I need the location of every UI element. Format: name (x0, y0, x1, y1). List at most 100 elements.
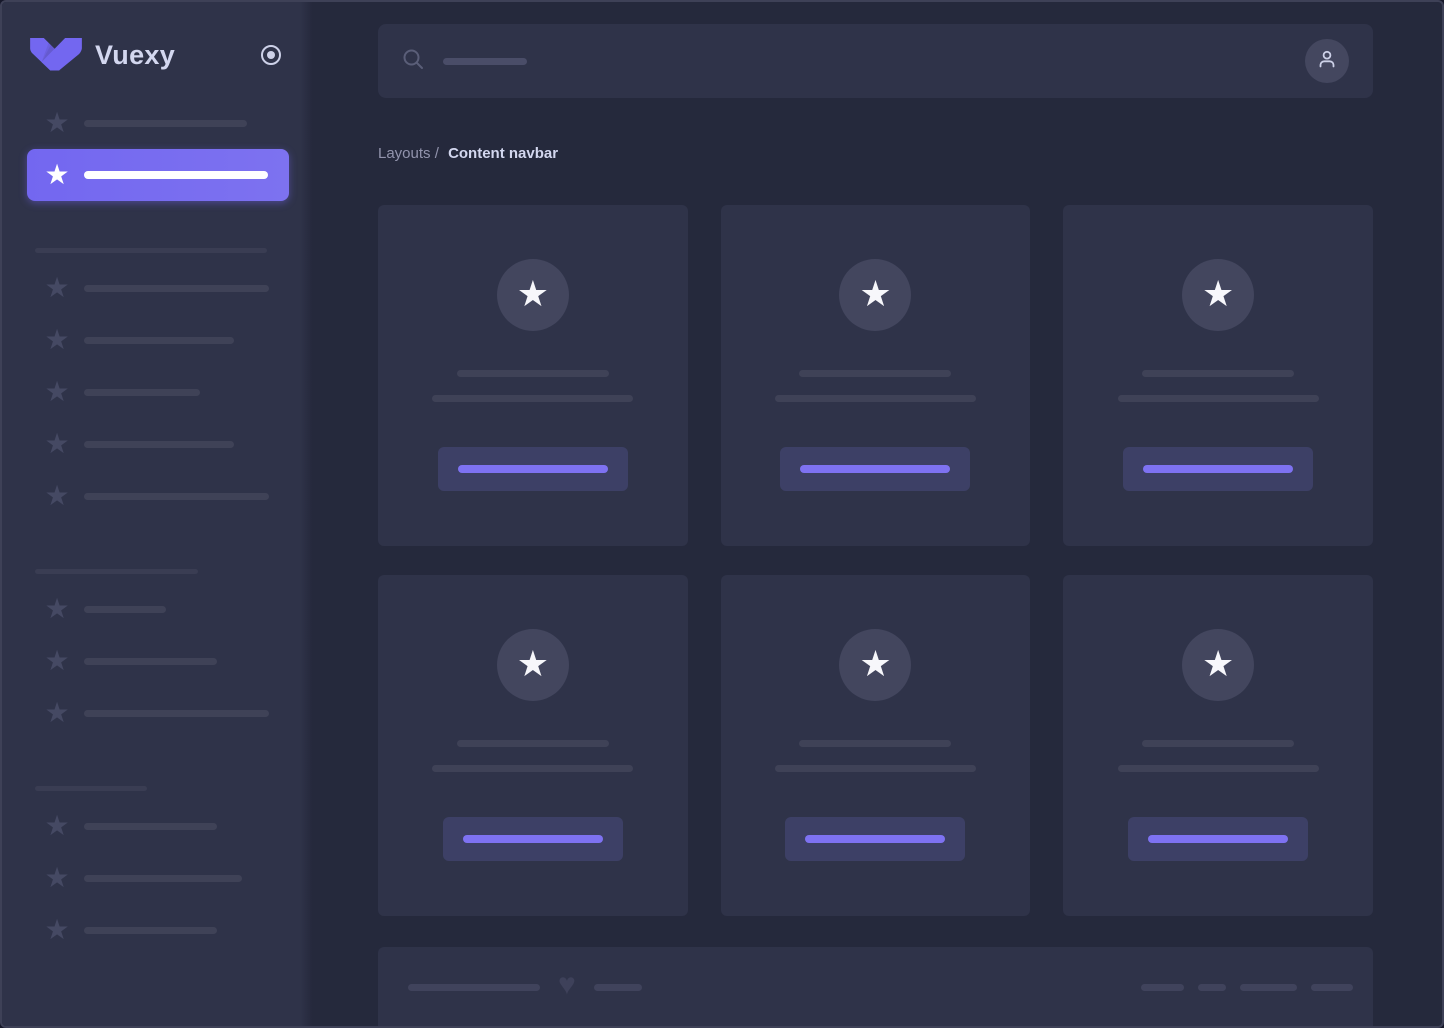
placeholder-bar (84, 441, 234, 448)
app-title: Vuexy (95, 40, 175, 71)
button-placeholder-bar (1148, 835, 1288, 843)
footer-right (1141, 984, 1353, 991)
star-avatar: ★ (839, 259, 911, 331)
card-button[interactable] (1128, 817, 1308, 861)
placeholder-line (432, 395, 633, 402)
star-icon: ★ (517, 276, 549, 312)
breadcrumb-parent[interactable]: Layouts (378, 145, 431, 162)
search-icon (402, 48, 424, 75)
sidebar-item[interactable]: ★ (27, 635, 289, 687)
placeholder-line (799, 740, 951, 747)
footer-link-bar[interactable] (1240, 984, 1297, 991)
placeholder-line (775, 395, 976, 402)
footer: ♥ (378, 947, 1373, 1028)
search-placeholder-bar (443, 58, 527, 65)
sidebar-section-header (2, 559, 312, 583)
sidebar-item[interactable]: ★ (27, 262, 289, 314)
placeholder-bar (84, 606, 166, 613)
sidebar-item[interactable]: ★ (27, 418, 289, 470)
placeholder-bar (84, 875, 242, 882)
sidebar-header: Vuexy (30, 38, 283, 72)
vuexy-logo-icon (30, 38, 82, 72)
record-circle-icon[interactable] (259, 43, 283, 67)
footer-link-bar[interactable] (1198, 984, 1226, 991)
star-icon: ★ (42, 378, 72, 406)
star-icon: ★ (42, 647, 72, 675)
star-icon: ★ (42, 864, 72, 892)
user-avatar[interactable] (1305, 39, 1349, 83)
button-placeholder-bar (1143, 465, 1293, 473)
footer-link-bar[interactable] (1141, 984, 1184, 991)
sidebar-item[interactable]: ★ (27, 904, 289, 956)
app-window: Vuexy ★ ★ ★ ★ ★ ★ ★ ★ ★ ★ ★ ★ ★ (0, 0, 1444, 1028)
search-input[interactable] (402, 48, 1305, 75)
star-icon: ★ (42, 699, 72, 727)
sidebar-item[interactable]: ★ (27, 583, 289, 635)
card-button[interactable] (438, 447, 628, 491)
placeholder-card: ★ (1063, 575, 1373, 916)
placeholder-card: ★ (721, 575, 1031, 916)
button-placeholder-bar (805, 835, 945, 843)
sidebar-section-header (2, 238, 312, 262)
placeholder-card: ★ (721, 205, 1031, 546)
placeholder-line (457, 740, 609, 747)
placeholder-bar (408, 984, 540, 991)
star-icon: ★ (42, 595, 72, 623)
placeholder-bar (84, 285, 269, 292)
placeholder-bar (84, 658, 217, 665)
star-icon: ★ (42, 161, 72, 189)
star-icon: ★ (1202, 646, 1234, 682)
footer-left: ♥ (408, 972, 642, 1002)
button-placeholder-bar (463, 835, 603, 843)
star-icon: ★ (42, 482, 72, 510)
placeholder-bar (84, 389, 200, 396)
star-avatar: ★ (497, 259, 569, 331)
placeholder-bar (35, 248, 267, 253)
placeholder-bar (84, 493, 269, 500)
button-placeholder-bar (458, 465, 608, 473)
breadcrumb: Layouts / Content navbar (378, 145, 1373, 162)
star-icon: ★ (859, 646, 891, 682)
main-content: Layouts / Content navbar ★ ★ ★ ★ ★ ★ ♥ (312, 2, 1442, 1026)
sidebar-menu: ★ ★ ★ ★ ★ ★ ★ ★ ★ ★ ★ ★ ★ (2, 97, 312, 956)
card-button[interactable] (785, 817, 965, 861)
placeholder-bar (35, 569, 198, 574)
star-icon: ★ (42, 916, 72, 944)
star-icon: ★ (42, 326, 72, 354)
placeholder-bar (84, 120, 247, 127)
star-avatar: ★ (839, 629, 911, 701)
sidebar-item[interactable]: ★ (27, 470, 289, 522)
breadcrumb-current: Content navbar (448, 145, 558, 162)
sidebar-item[interactable]: ★ (27, 852, 289, 904)
user-icon (1315, 47, 1339, 76)
placeholder-bar (84, 171, 268, 179)
card-button[interactable] (443, 817, 623, 861)
star-icon: ★ (859, 276, 891, 312)
placeholder-line (799, 370, 951, 377)
star-icon: ★ (1202, 276, 1234, 312)
placeholder-bar (35, 786, 147, 791)
star-icon: ★ (42, 109, 72, 137)
sidebar-item[interactable]: ★ (27, 687, 289, 739)
footer-link-bar[interactable] (1311, 984, 1353, 991)
sidebar-item[interactable]: ★ (27, 97, 289, 149)
placeholder-card: ★ (1063, 205, 1373, 546)
button-placeholder-bar (800, 465, 950, 473)
card-button[interactable] (780, 447, 970, 491)
placeholder-bar (84, 927, 217, 934)
card-button[interactable] (1123, 447, 1313, 491)
placeholder-line (432, 765, 633, 772)
placeholder-bar (594, 984, 642, 991)
content-navbar (378, 24, 1373, 98)
sidebar-item[interactable]: ★ (27, 800, 289, 852)
star-avatar: ★ (1182, 629, 1254, 701)
sidebar-item-active[interactable]: ★ (27, 149, 289, 201)
sidebar-item[interactable]: ★ (27, 314, 289, 366)
star-avatar: ★ (497, 629, 569, 701)
star-icon: ★ (42, 274, 72, 302)
placeholder-line (457, 370, 609, 377)
star-icon: ★ (42, 430, 72, 458)
sidebar-item[interactable]: ★ (27, 366, 289, 418)
cards-grid: ★ ★ ★ ★ ★ ★ (378, 205, 1373, 916)
placeholder-bar (84, 710, 269, 717)
